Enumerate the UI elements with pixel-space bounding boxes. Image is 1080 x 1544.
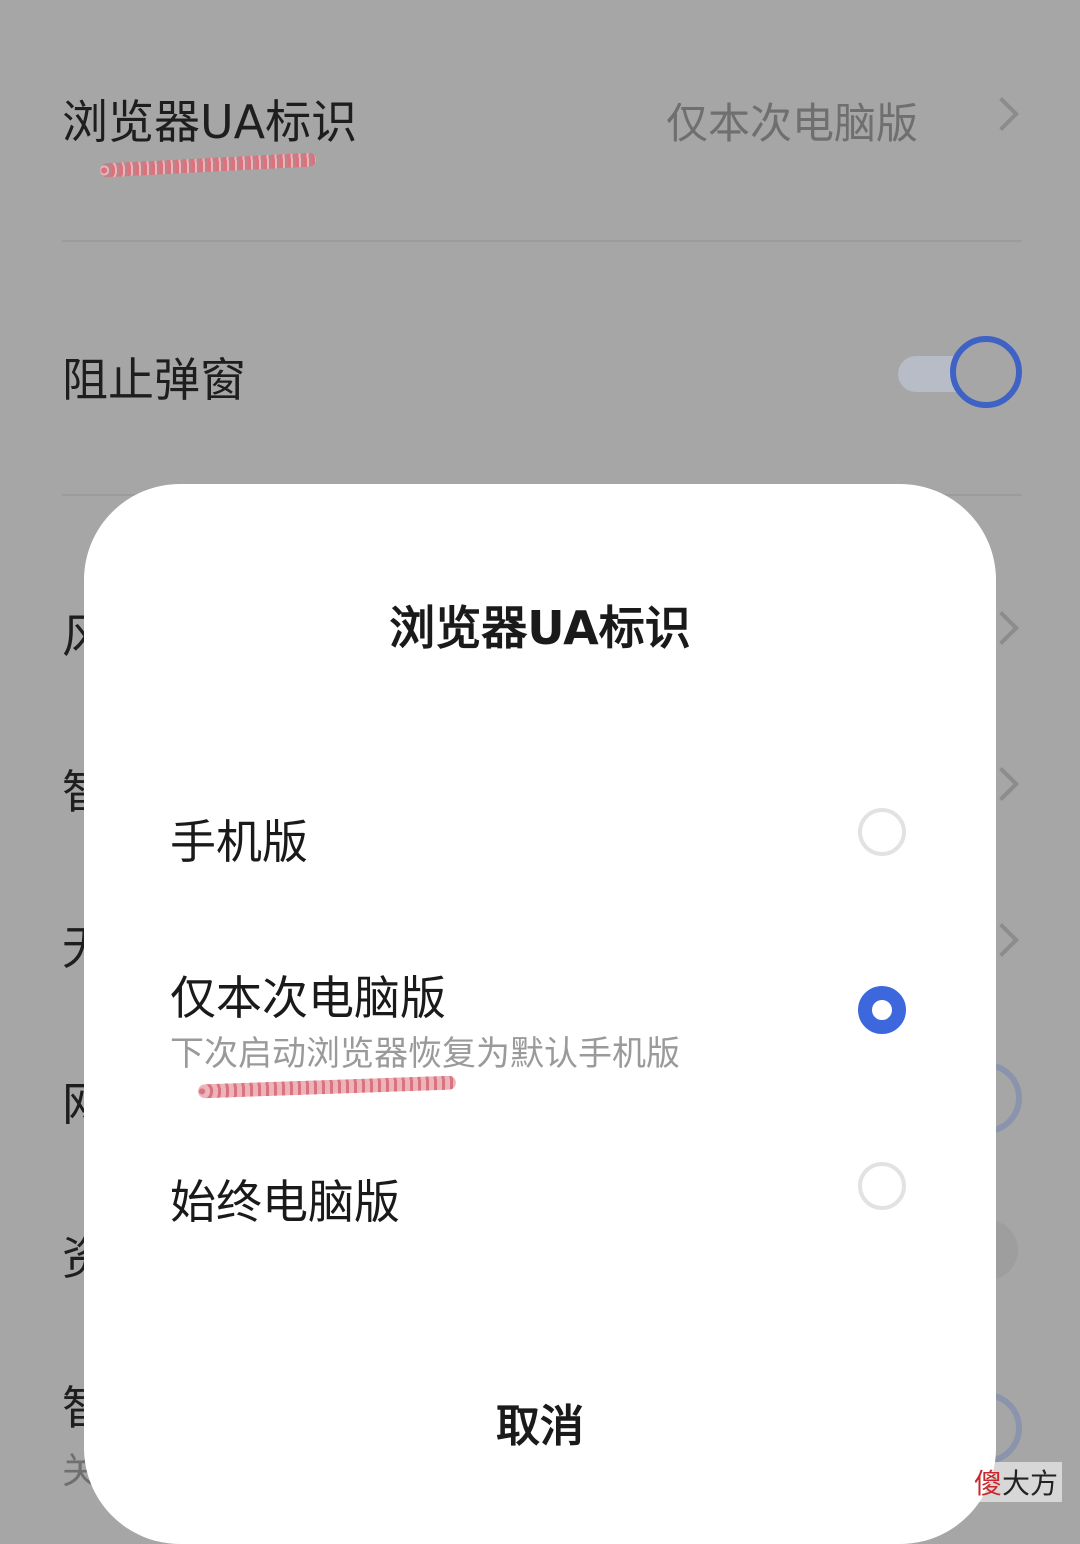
ua-setting-title: 浏览器UA标识 — [62, 95, 358, 149]
dialog-title: 浏览器UA标识 — [389, 601, 691, 655]
watermark-first-char: 傻 — [973, 1467, 1002, 1500]
option-label: 始终电脑版 — [170, 1175, 400, 1229]
option-desktop-always[interactable]: 始终电脑版 — [84, 1162, 996, 1229]
cancel-button[interactable]: 取消 — [84, 1390, 996, 1454]
radio-checked-icon[interactable] — [858, 986, 906, 1034]
radio-unchecked-icon[interactable] — [858, 808, 906, 856]
option-label: 手机版 — [170, 815, 308, 869]
popup-block-row[interactable]: 阻止弹窗 — [0, 336, 1080, 414]
option-desktop-once[interactable]: 仅本次电脑版 下次启动浏览器恢复为默认手机版 — [84, 962, 996, 1074]
radio-unchecked-icon[interactable] — [858, 1162, 906, 1210]
option-sublabel: 下次启动浏览器恢复为默认手机版 — [170, 1034, 680, 1074]
watermark-rest: 大方 — [1001, 1467, 1058, 1500]
popup-block-toggle[interactable] — [898, 336, 1022, 408]
redaction-scribble — [197, 1075, 457, 1099]
ua-setting-row[interactable]: 浏览器UA标识 仅本次电脑版 — [0, 86, 1080, 149]
toggle-knob — [950, 336, 1022, 408]
popup-block-title: 阻止弹窗 — [62, 353, 246, 407]
watermark: 傻大方 — [969, 1462, 1062, 1502]
redaction-scribble — [99, 152, 317, 178]
divider — [62, 240, 1022, 242]
option-label: 仅本次电脑版 — [170, 971, 446, 1025]
chevron-right-icon — [985, 97, 1019, 131]
ua-setting-value: 仅本次电脑版 — [665, 99, 918, 148]
ua-dialog: 浏览器UA标识 手机版 仅本次电脑版 下次启动浏览器恢复为默认手机版 始终电脑版… — [84, 484, 996, 1544]
option-mobile[interactable]: 手机版 — [84, 806, 996, 869]
